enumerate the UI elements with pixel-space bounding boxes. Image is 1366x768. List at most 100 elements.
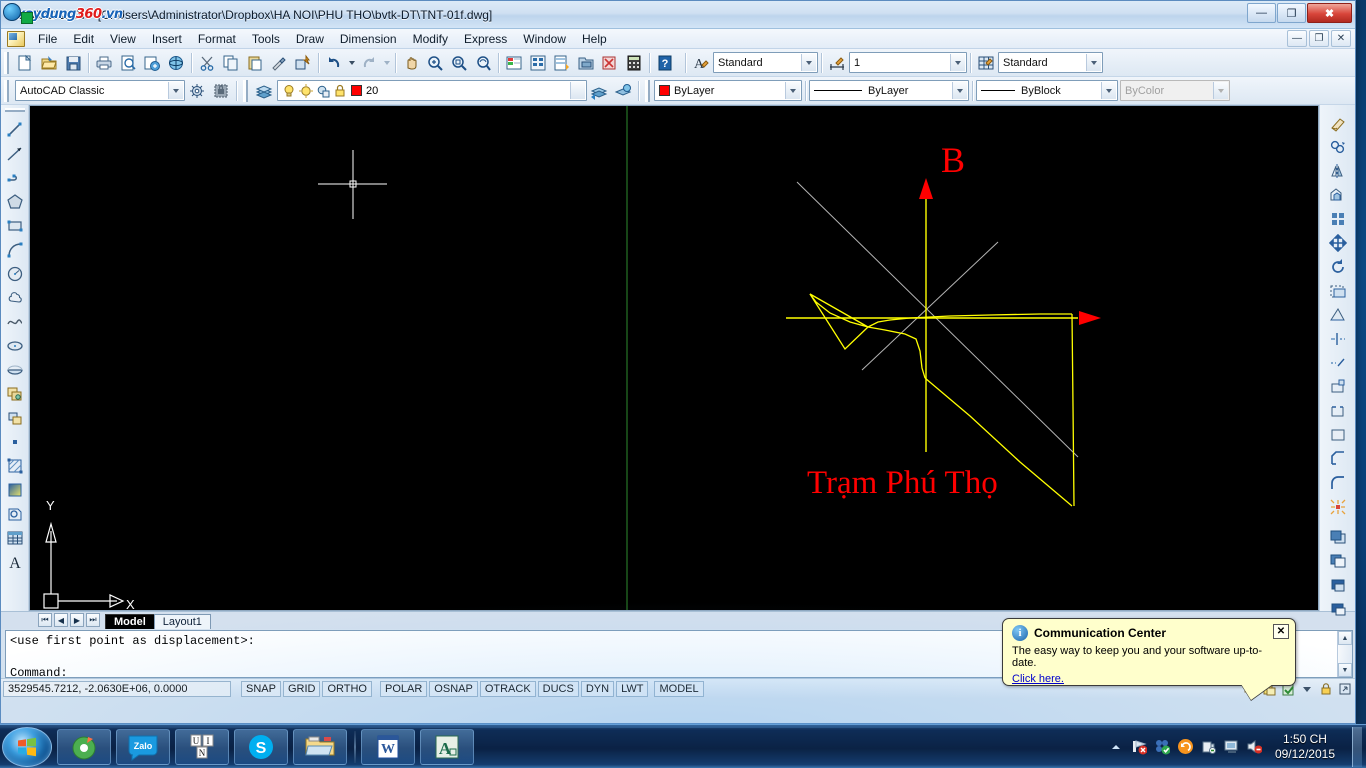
break-icon[interactable] <box>1326 399 1350 423</box>
status-toggle-ducs[interactable]: DUCS <box>537 680 579 697</box>
antivirus-icon[interactable] <box>1154 739 1170 755</box>
status-toggle-dyn[interactable]: DYN <box>580 680 615 697</box>
quickcalc-icon[interactable] <box>622 51 646 75</box>
toolbar-grip[interactable] <box>4 51 11 74</box>
status-toggle-ortho[interactable]: ORTHO <box>322 680 372 697</box>
status-toggle-otrack[interactable]: OTRACK <box>479 680 536 697</box>
make-object-layer-current-icon[interactable] <box>611 79 635 103</box>
move-icon[interactable] <box>1326 231 1350 255</box>
taskbar-app-unikey[interactable]: UIN <box>175 728 229 765</box>
point-icon[interactable] <box>3 430 27 454</box>
display-icon[interactable] <box>1223 739 1239 755</box>
communication-center-balloon[interactable]: i Communication Center ✕ The easy way to… <box>1002 618 1296 686</box>
workspace-settings-icon[interactable] <box>185 79 209 103</box>
chevron-down-icon[interactable] <box>801 54 816 71</box>
join-icon[interactable] <box>1326 423 1350 447</box>
3dorbit-icon[interactable] <box>164 51 188 75</box>
updater-icon[interactable] <box>1177 739 1193 755</box>
mdi-close-button[interactable]: ✕ <box>1331 30 1351 47</box>
chamfer-icon[interactable] <box>1326 447 1350 471</box>
zoom-window-icon[interactable] <box>447 51 471 75</box>
send-under-icon[interactable] <box>1326 597 1350 621</box>
chevron-down-icon[interactable] <box>1101 82 1116 99</box>
break-at-point-icon[interactable] <box>1326 375 1350 399</box>
erase-icon[interactable] <box>1326 111 1350 135</box>
zoom-realtime-icon[interactable] <box>423 51 447 75</box>
table-style-icon[interactable] <box>974 51 998 75</box>
ellipse-arc-icon[interactable] <box>3 358 27 382</box>
volume-muted-icon[interactable] <box>1246 739 1262 755</box>
revision-cloud-icon[interactable] <box>3 286 27 310</box>
copy-object-icon[interactable] <box>1326 135 1350 159</box>
hatch-icon[interactable] <box>3 454 27 478</box>
object-color-combo[interactable]: ByLayer <box>654 80 802 101</box>
sheet-set-icon[interactable] <box>574 51 598 75</box>
status-toggle-snap[interactable]: SNAP <box>241 680 281 697</box>
mdi-minimize-button[interactable]: — <box>1287 30 1307 47</box>
menu-item-format[interactable]: Format <box>190 30 244 48</box>
publish-icon[interactable] <box>140 51 164 75</box>
layer-color-swatch[interactable] <box>351 85 362 96</box>
designcenter-icon[interactable] <box>526 51 550 75</box>
fillet-icon[interactable] <box>1326 471 1350 495</box>
toolbar-lock-icon[interactable] <box>1318 681 1334 697</box>
ellipse-icon[interactable] <box>3 334 27 358</box>
layer-freeze-sun-icon[interactable] <box>298 83 314 99</box>
show-desktop-button[interactable] <box>1352 726 1362 767</box>
construction-line-icon[interactable] <box>3 142 27 166</box>
tab-layout1[interactable]: Layout1 <box>153 614 211 629</box>
windows-start-orb-icon[interactable] <box>2 726 52 767</box>
copy-icon[interactable] <box>219 51 243 75</box>
mdi-restore-button[interactable]: ❐ <box>1309 30 1329 47</box>
chevron-down-icon[interactable] <box>168 82 183 99</box>
close-button[interactable]: ✖ <box>1307 3 1352 23</box>
communication-center-link[interactable]: Click here. <box>1012 673 1064 685</box>
multiline-text-icon[interactable]: A <box>3 550 27 574</box>
undo-dropdown-icon[interactable] <box>346 51 357 75</box>
explode-icon[interactable] <box>1326 495 1350 519</box>
spline-icon[interactable] <box>3 310 27 334</box>
menu-item-draw[interactable]: Draw <box>288 30 332 48</box>
scroll-down-icon[interactable]: ▼ <box>1338 663 1352 677</box>
markup-set-icon[interactable] <box>598 51 622 75</box>
layer-control-combo[interactable]: 20 <box>277 80 587 101</box>
layer-previous-icon[interactable] <box>587 79 611 103</box>
undo-icon[interactable] <box>322 51 346 75</box>
mirror-icon[interactable] <box>1326 159 1350 183</box>
plot-preview-icon[interactable] <box>116 51 140 75</box>
tool-palettes-icon[interactable] <box>550 51 574 75</box>
layer-on-bulb-icon[interactable] <box>281 83 297 99</box>
chevron-down-icon[interactable] <box>785 82 800 99</box>
toolbar-grip[interactable] <box>4 79 11 102</box>
polygon-icon[interactable] <box>3 190 27 214</box>
clean-screen-icon[interactable] <box>1337 681 1353 697</box>
array-icon[interactable] <box>1326 207 1350 231</box>
offset-icon[interactable] <box>1326 183 1350 207</box>
tab-nav-prev[interactable]: ◀ <box>54 613 68 627</box>
help-icon[interactable]: ? <box>653 51 677 75</box>
taskbar-clock[interactable]: 1:50 CH 09/12/2015 <box>1269 732 1341 762</box>
minimize-button[interactable]: — <box>1247 3 1276 23</box>
menu-item-modify[interactable]: Modify <box>405 30 456 48</box>
make-block-icon[interactable] <box>3 406 27 430</box>
save-icon[interactable] <box>61 51 85 75</box>
tab-model[interactable]: Model <box>105 614 155 629</box>
autocad-document-icon[interactable] <box>7 30 25 47</box>
network-error-icon[interactable] <box>1131 739 1147 755</box>
menu-item-dimension[interactable]: Dimension <box>332 30 405 48</box>
match-properties-icon[interactable] <box>267 51 291 75</box>
paste-icon[interactable] <box>243 51 267 75</box>
dimension-style-combo[interactable]: 1 <box>849 52 967 73</box>
text-style-icon[interactable]: A <box>689 51 713 75</box>
block-editor-icon[interactable] <box>291 51 315 75</box>
coordinate-display[interactable]: 3529545.7212, -2.0630E+06, 0.0000 <box>3 680 231 697</box>
pan-icon[interactable] <box>399 51 423 75</box>
status-toggle-model[interactable]: MODEL <box>654 680 704 697</box>
rotate-icon[interactable] <box>1326 255 1350 279</box>
status-toggle-osnap[interactable]: OSNAP <box>429 680 478 697</box>
menu-item-insert[interactable]: Insert <box>144 30 190 48</box>
properties-icon[interactable] <box>502 51 526 75</box>
layer-lock-icon[interactable] <box>332 83 348 99</box>
circle-icon[interactable] <box>3 262 27 286</box>
chevron-down-icon[interactable] <box>952 82 967 99</box>
